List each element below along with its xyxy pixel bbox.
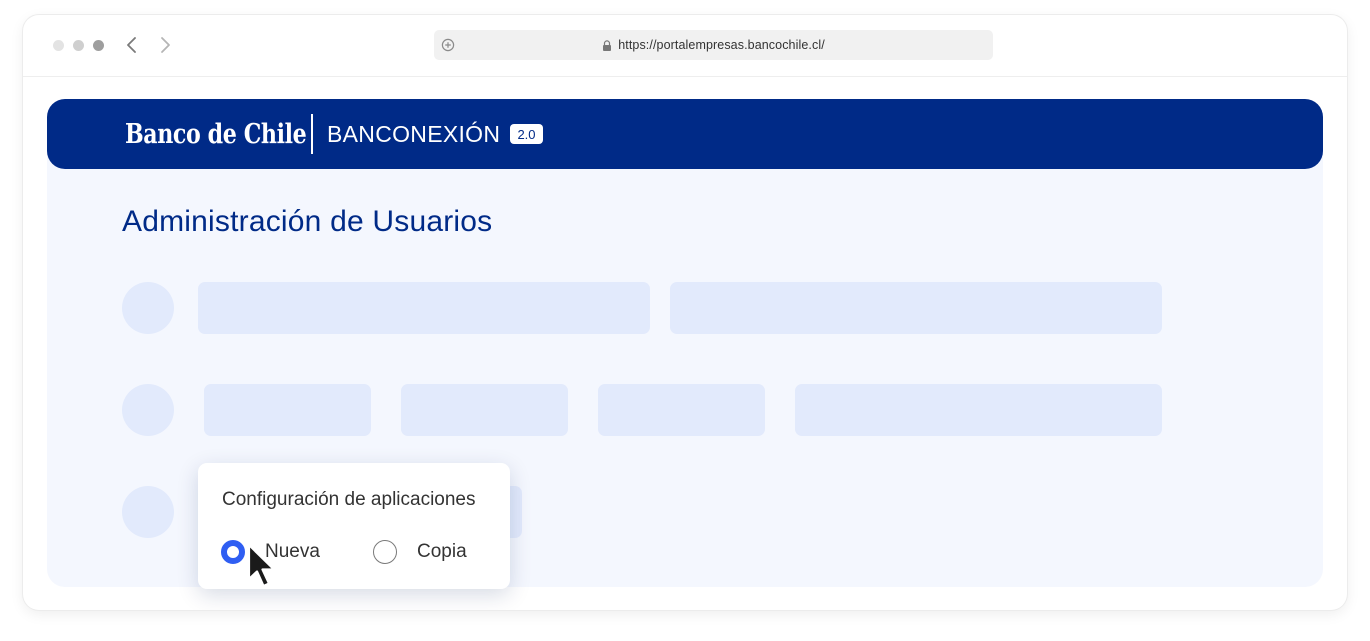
forward-arrow-icon[interactable] [155,35,175,55]
window-dot-minimize[interactable] [73,40,84,51]
browser-toolbar: https://portalempresas.bancochile.cl/ [23,15,1347,77]
window-dot-maximize[interactable] [93,40,104,51]
bank-logo[interactable]: Banco de Chile [125,116,307,152]
skeleton-avatar [122,486,174,538]
page-title: Administración de Usuarios [122,205,493,238]
product-name: BANCONEXIÓN [327,120,501,147]
skeleton-avatar [122,282,174,334]
lock-icon [603,39,612,51]
app-config-popup: Configuración de aplicaciones Nueva Copi… [198,463,510,589]
address-url: https://portalempresas.bancochile.cl/ [434,30,993,60]
skeleton-field [598,384,765,436]
skeleton-field [670,282,1162,334]
skeleton-field [795,384,1162,436]
page-content: Banco de Chile BANCONEXIÓN 2.0 Administr… [47,99,1323,589]
header-divider [311,114,313,154]
window-dot-close[interactable] [53,40,64,51]
radio-label-copia[interactable]: Copia [417,540,467,564]
popup-title: Configuración de aplicaciones [222,489,476,510]
skeleton-field [401,384,568,436]
skeleton-field [198,282,650,334]
bank-logo-text: Banco de Chile [125,118,307,150]
skeleton-avatar [122,384,174,436]
radio-nueva[interactable] [221,540,245,564]
version-badge: 2.0 [510,124,543,144]
browser-window: https://portalempresas.bancochile.cl/ Ba… [23,15,1347,610]
mouse-cursor-icon [247,543,276,588]
back-arrow-icon[interactable] [122,35,142,55]
app-header: Banco de Chile BANCONEXIÓN 2.0 [47,99,1323,169]
address-bar[interactable]: https://portalempresas.bancochile.cl/ [434,30,993,60]
radio-copia[interactable] [373,540,397,564]
url-text: https://portalempresas.bancochile.cl/ [618,38,825,52]
skeleton-field [204,384,371,436]
